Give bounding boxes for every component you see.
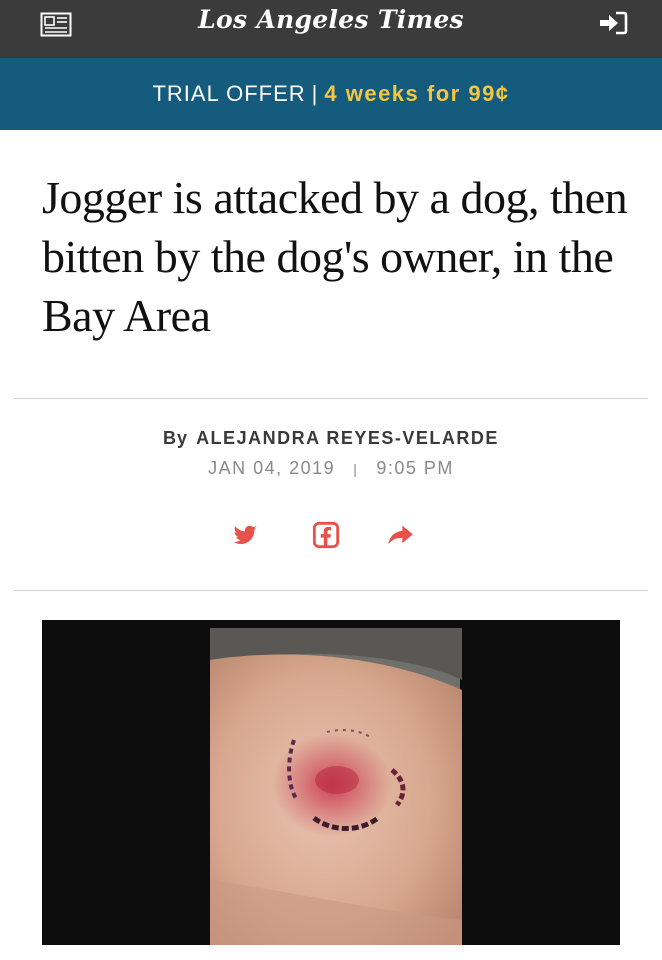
article-headline: Jogger is attacked by a dog, then bitten… <box>42 172 628 341</box>
facebook-icon[interactable] <box>312 521 340 549</box>
trial-offer-separator: | <box>311 81 319 106</box>
divider <box>14 398 648 399</box>
site-header: Los Angeles Times <box>0 0 662 58</box>
twitter-icon[interactable] <box>231 521 259 549</box>
byline-prefix: By <box>163 428 189 448</box>
byline: By ALEJANDRA REYES-VELARDE <box>0 428 662 449</box>
date-separator: | <box>353 461 359 477</box>
site-logo[interactable]: Los Angeles Times <box>0 5 662 34</box>
bite-wound-photo[interactable] <box>42 620 620 945</box>
divider <box>14 590 648 591</box>
trial-offer-deal: 4 weeks for 99¢ <box>324 81 510 106</box>
trial-offer-banner[interactable]: TRIAL OFFER | 4 weeks for 99¢ <box>0 58 662 130</box>
share-forward-icon[interactable] <box>386 521 414 549</box>
author-name[interactable]: ALEJANDRA REYES-VELARDE <box>196 428 499 448</box>
sign-in-icon[interactable] <box>598 11 628 35</box>
publish-time: 9:05 PM <box>376 458 454 478</box>
publish-date: JAN 04, 2019 <box>208 458 336 478</box>
trial-offer-label: TRIAL OFFER <box>152 81 306 106</box>
dateline: JAN 04, 2019 | 9:05 PM <box>0 458 662 479</box>
